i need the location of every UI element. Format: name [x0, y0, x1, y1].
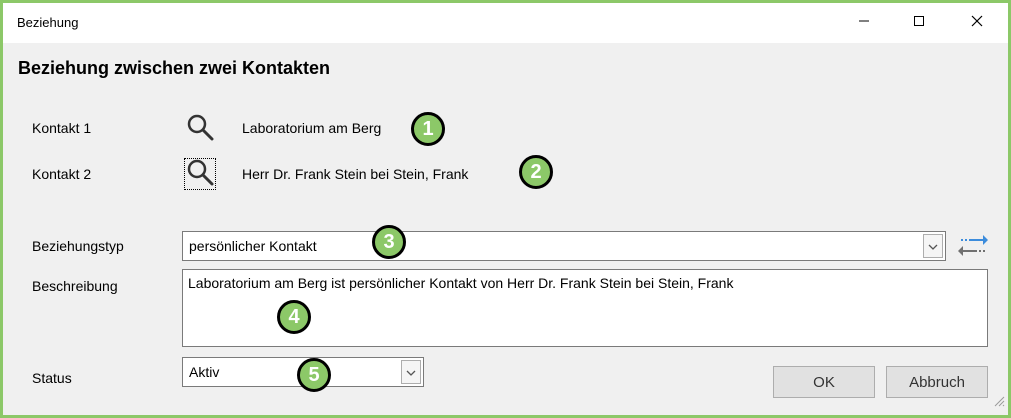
dialog-window: Beziehung Beziehung zwischen zwei Kontak…	[0, 0, 1011, 418]
chevron-down-icon	[928, 237, 938, 255]
annotation-badge: 3	[372, 225, 406, 259]
contact1-value: Laboratorium am Berg	[242, 120, 382, 136]
status-dropdown-arrow[interactable]	[401, 360, 421, 384]
close-icon	[971, 14, 983, 32]
search-icon	[186, 158, 214, 191]
title-bar: Beziehung	[3, 3, 1008, 43]
chevron-down-icon	[406, 363, 416, 381]
minimize-icon	[858, 14, 870, 32]
contact2-label: Kontakt 2	[32, 166, 92, 182]
contact2-search-button[interactable]	[184, 158, 216, 190]
close-button[interactable]	[954, 3, 1000, 43]
relation-type-value: persönlicher Kontakt	[189, 238, 317, 254]
relation-type-label: Beziehungstyp	[32, 238, 124, 254]
relation-type-dropdown[interactable]: persönlicher Kontakt	[182, 231, 946, 261]
contact2-value: Herr Dr. Frank Stein bei Stein, Frank	[242, 166, 469, 182]
swap-direction-icon	[957, 235, 989, 265]
relation-type-dropdown-arrow[interactable]	[923, 234, 943, 258]
dialog-heading: Beziehung zwischen zwei Kontakten	[18, 58, 331, 78]
status-value: Aktiv	[189, 364, 220, 380]
annotation-badge: 5	[297, 358, 331, 392]
cancel-button[interactable]: Abbruch	[886, 366, 988, 398]
swap-direction-button[interactable]	[957, 231, 989, 261]
annotation-badge: 1	[411, 112, 445, 146]
contact1-label: Kontakt 1	[32, 120, 92, 136]
ok-button[interactable]: OK	[773, 366, 875, 398]
contact1-search-button[interactable]	[184, 113, 216, 145]
minimize-button[interactable]	[841, 3, 887, 43]
status-label: Status	[32, 370, 72, 386]
search-icon	[186, 113, 214, 146]
maximize-icon	[913, 14, 925, 32]
annotation-badge: 2	[519, 155, 553, 189]
window-title: Beziehung	[17, 15, 79, 30]
annotation-badge: 4	[277, 300, 311, 334]
maximize-button[interactable]	[896, 3, 942, 43]
resize-grip-icon[interactable]	[993, 394, 1005, 412]
description-label: Beschreibung	[32, 278, 118, 294]
